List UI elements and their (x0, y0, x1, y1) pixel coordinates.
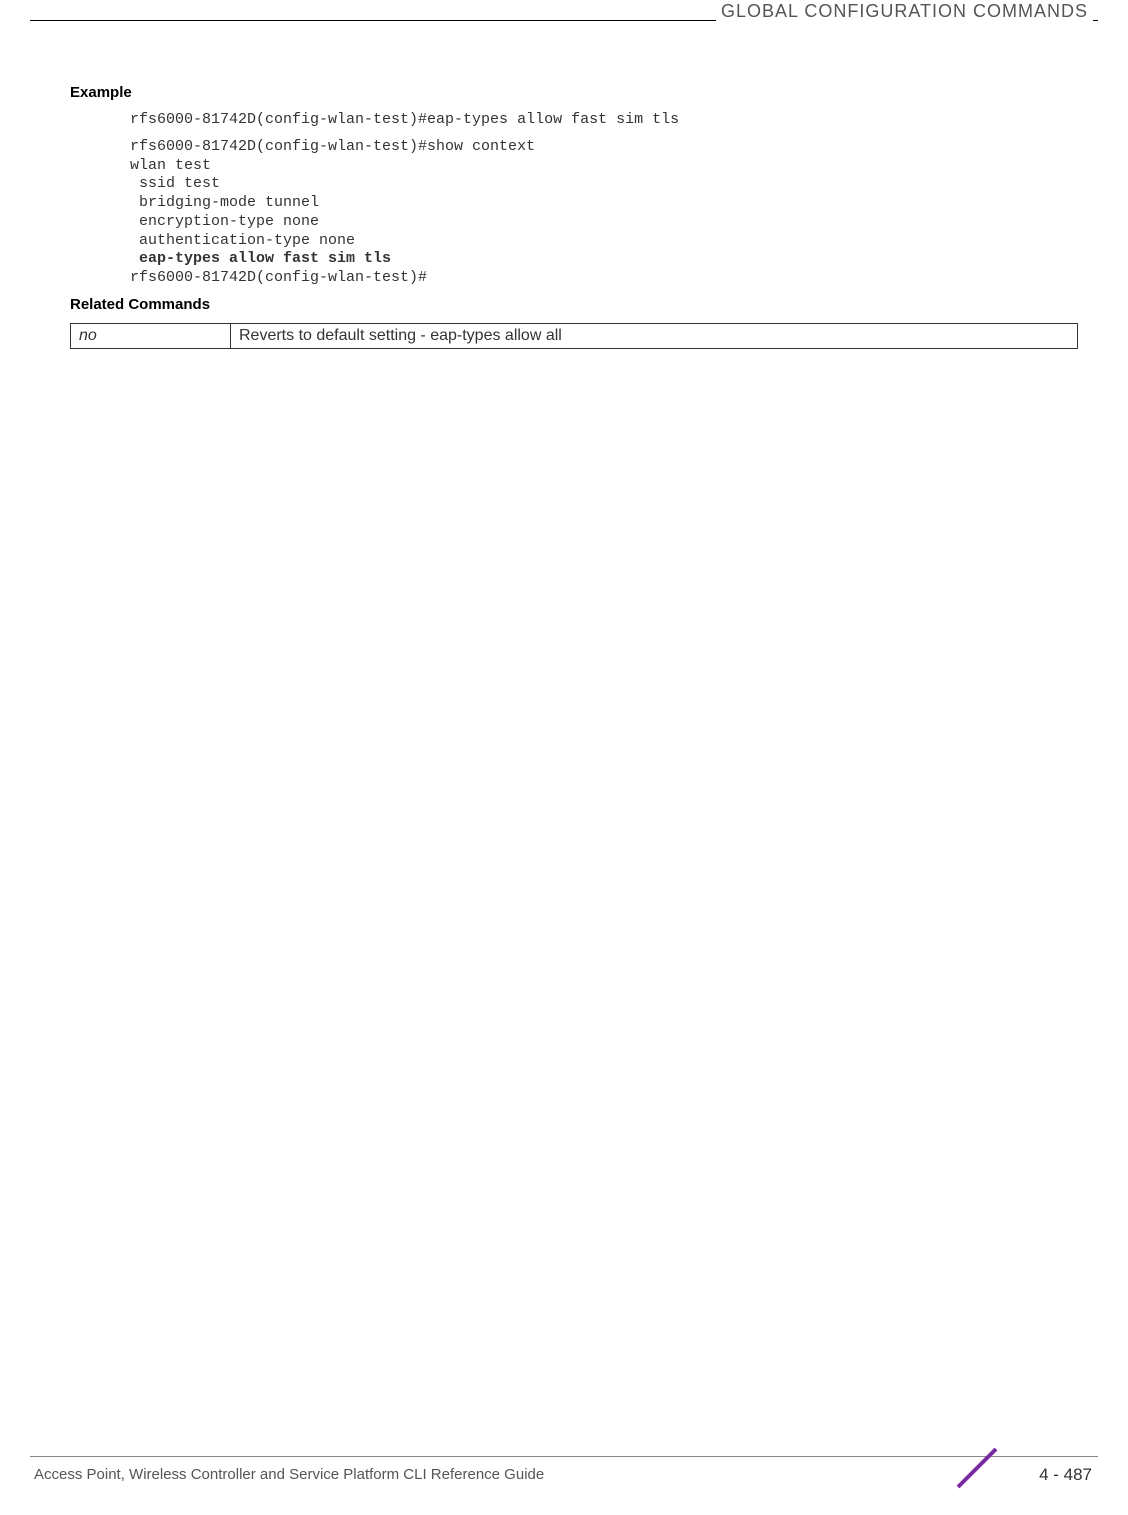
related-command-name: no (71, 323, 231, 348)
footer-page-number: 4 - 487 (1039, 1465, 1092, 1485)
page: GLOBAL CONFIGURATION COMMANDS Example rf… (0, 0, 1128, 1515)
example-heading: Example (70, 84, 1078, 101)
related-commands-table: no Reverts to default setting - eap-type… (70, 323, 1078, 349)
content-area: Example rfs6000-81742D(config-wlan-test)… (70, 80, 1078, 349)
related-command-description: Reverts to default setting - eap-types a… (231, 323, 1078, 348)
running-header-title: GLOBAL CONFIGURATION COMMANDS (716, 1, 1093, 22)
code-line: ssid test (130, 175, 220, 192)
table-row: no Reverts to default setting - eap-type… (71, 323, 1078, 348)
code-line: wlan test (130, 157, 211, 174)
example-code-block-1: rfs6000-81742D(config-wlan-test)#eap-typ… (130, 111, 1078, 130)
page-footer: Access Point, Wireless Controller and Se… (30, 1457, 1098, 1487)
footer-slash-icon (948, 1447, 1008, 1489)
footer-rule (30, 1456, 1098, 1457)
related-commands-heading: Related Commands (70, 296, 1078, 313)
code-line: bridging-mode tunnel (130, 194, 319, 211)
code-line: rfs6000-81742D(config-wlan-test)# (130, 269, 427, 286)
code-line: encryption-type none (130, 213, 319, 230)
code-line: rfs6000-81742D(config-wlan-test)#eap-typ… (130, 111, 679, 128)
footer-doc-title: Access Point, Wireless Controller and Se… (34, 1466, 544, 1483)
example-code-block-2: rfs6000-81742D(config-wlan-test)#show co… (130, 138, 1078, 288)
code-line: authentication-type none (130, 232, 355, 249)
code-line: rfs6000-81742D(config-wlan-test)#show co… (130, 138, 535, 155)
code-line-bold: eap-types allow fast sim tls (130, 250, 391, 267)
